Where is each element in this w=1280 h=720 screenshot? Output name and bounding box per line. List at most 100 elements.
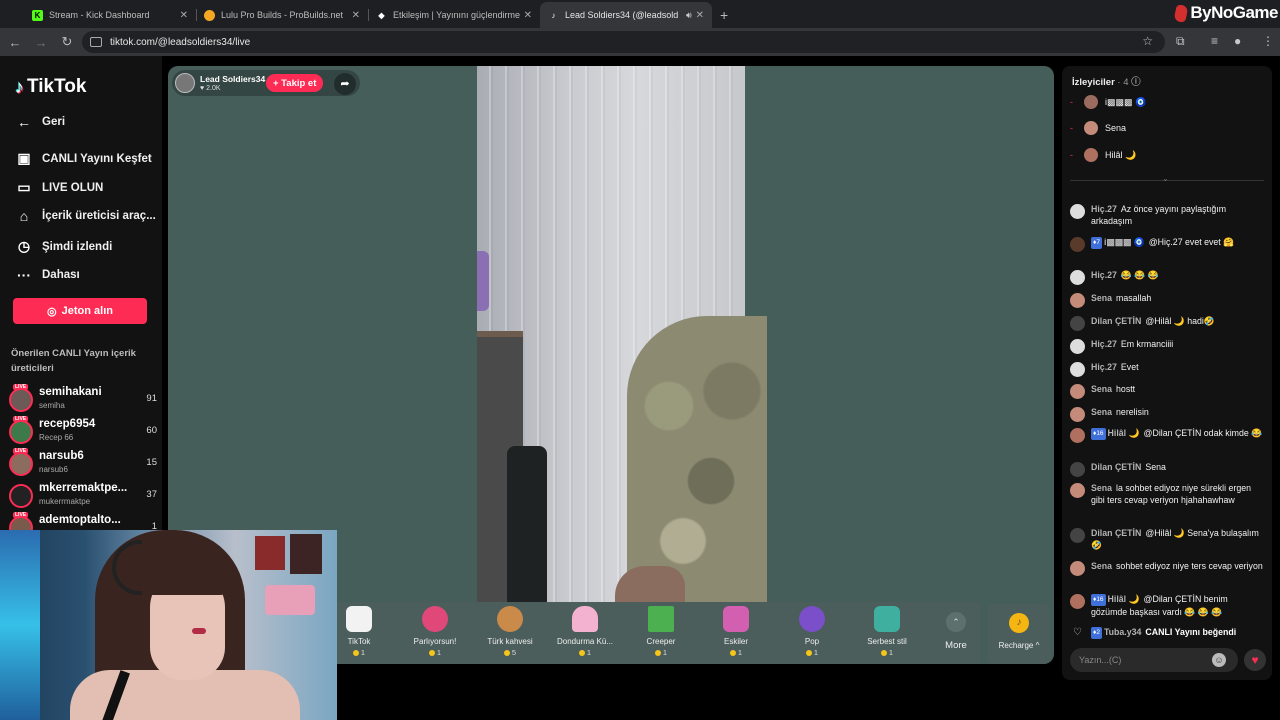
nav-more[interactable]: ··· Dahası: [15, 267, 80, 283]
gift-freestyle-icon: [874, 606, 900, 632]
creator-name: narsub6: [39, 450, 84, 462]
tab-kick-dashboard[interactable]: K Stream - Kick Dashboard ✕: [24, 2, 196, 28]
chat-username[interactable]: Hilâl 🌙: [1108, 428, 1140, 438]
nav-label: Şimdi izlendi: [42, 240, 113, 253]
viewer-row[interactable]: - i▩▩▩ 🧿: [1070, 92, 1146, 112]
host-name[interactable]: Lead Soldiers34: [200, 74, 265, 84]
chat-username[interactable]: Tuba.y34: [1104, 627, 1141, 637]
bookmark-star-icon[interactable]: ☆: [1142, 34, 1153, 48]
like-heart-icon[interactable]: ♥: [1244, 649, 1266, 671]
recharge-button[interactable]: ♪ Recharge ^: [988, 604, 1050, 664]
creator-name: mkerremaktpe...: [39, 482, 128, 494]
chat-text: Evet: [1120, 362, 1139, 372]
coin-icon: [428, 650, 435, 657]
nav-recently-watched[interactable]: ◷ Şimdi izlendi: [15, 238, 112, 255]
media-controls-icon[interactable]: ≡: [1211, 34, 1218, 48]
info-icon[interactable]: ⓘ: [1131, 77, 1141, 88]
viewer-row[interactable]: - Sena: [1070, 118, 1126, 138]
close-tab-icon[interactable]: ✕: [696, 10, 704, 21]
avatar: [1070, 339, 1085, 354]
host-info[interactable]: Lead Soldiers34 ♥ 2.0K + Takip et: [172, 70, 360, 96]
get-coins-button[interactable]: ◎ Jeton alın: [13, 298, 147, 324]
emoji-icon[interactable]: ☺: [1212, 653, 1226, 667]
close-tab-icon[interactable]: ✕: [524, 10, 532, 21]
avatar: [1070, 407, 1085, 422]
tab-lead-soldiers[interactable]: ♪ Lead Soldiers34 (@leadsold 🔊︎ ✕: [540, 2, 712, 28]
address-bar[interactable]: tiktok.com/@leadsoldiers34/live ☆: [82, 31, 1165, 53]
gift-item[interactable]: Parlıyorsun! 1: [397, 606, 473, 657]
tab-title: Lead Soldiers34 (@leadsold: [565, 10, 679, 20]
follow-button[interactable]: + Takip et: [266, 74, 324, 92]
profile-avatar-icon[interactable]: ●: [1234, 34, 1241, 48]
extensions-icon[interactable]: ⧉: [1176, 34, 1185, 49]
tab-probuilds[interactable]: Lulu Pro Builds - ProBuilds.net ✕: [196, 2, 368, 28]
site-info-icon[interactable]: [90, 37, 102, 47]
coins-label: Jeton alın: [61, 305, 113, 317]
avatar: [1070, 270, 1085, 285]
house-icon: ⌂: [19, 208, 29, 224]
nav-back[interactable]: ← Geri: [15, 114, 65, 130]
chat-username[interactable]: Sena: [1091, 293, 1112, 303]
close-tab-icon[interactable]: ✕: [180, 10, 188, 21]
chat-username[interactable]: Hiç.27: [1091, 270, 1117, 280]
chevron-down-icon[interactable]: ⌄: [1162, 174, 1169, 183]
more-gifts-button[interactable]: ⌃ More: [938, 612, 974, 651]
url-text: tiktok.com/@leadsoldiers34/live: [110, 36, 251, 48]
chat-username[interactable]: Hiç.27: [1091, 339, 1117, 349]
chat-username[interactable]: Dilan ÇETİN: [1091, 316, 1141, 326]
viewer-row[interactable]: - Hilâl 🌙: [1070, 145, 1136, 165]
chat-username[interactable]: Dilan ÇETİN: [1091, 462, 1141, 472]
host-avatar[interactable]: [175, 73, 195, 93]
chat-text: nerelisin: [1116, 407, 1149, 417]
nav-go-live[interactable]: ▭ LIVE OLUN: [15, 179, 103, 196]
avatar: [1070, 528, 1085, 543]
bynogame-logo-icon: [1173, 4, 1190, 22]
nav-creator-tools[interactable]: ⌂ İçerik üreticisi araç...: [15, 208, 156, 224]
gift-item[interactable]: Türk kahvesi 5: [472, 606, 548, 657]
coin-icon: ◎: [47, 305, 57, 318]
gift-item[interactable]: Dondurma Kü... 1: [547, 606, 623, 657]
chat-username[interactable]: Hilâl 🌙: [1108, 594, 1140, 604]
gift-item[interactable]: Eskiler 1: [698, 606, 774, 657]
webcam-overlay: [0, 530, 337, 720]
new-tab-button[interactable]: +: [720, 7, 728, 23]
avatar: [1070, 462, 1085, 477]
tab-etkilesim[interactable]: ◆ Etkileşim | Yayınını güçlendirme ✕: [368, 2, 540, 28]
gift-creeper-icon: [648, 606, 674, 632]
creator-row[interactable]: LIVE narsub6 narsub6 15: [9, 448, 159, 478]
menu-kebab-icon[interactable]: ⋮: [1262, 34, 1274, 48]
chat-text: Em krmanciiii: [1120, 339, 1174, 349]
viewer-count: 37: [146, 489, 157, 500]
chat-username[interactable]: Sena: [1091, 561, 1112, 571]
chat-username[interactable]: Sena: [1091, 407, 1112, 417]
back-arrow-icon[interactable]: ←: [2, 35, 28, 50]
chat-username[interactable]: Hiç.27: [1091, 204, 1117, 214]
chat-username[interactable]: Hiç.27: [1091, 362, 1117, 372]
gift-item[interactable]: Serbest stil 1: [849, 606, 925, 657]
chat-message: ♡ ♦2 Tuba.y34 CANLI Yayını beğendi: [1070, 626, 1266, 639]
share-icon[interactable]: ➦: [334, 73, 356, 95]
avatar: [9, 484, 33, 508]
avatar: [1070, 428, 1085, 443]
chat-username[interactable]: Dilan ÇETİN: [1091, 528, 1141, 538]
chat-message: Sena masallah: [1070, 292, 1266, 308]
tiktok-logo[interactable]: ♪ TikTok: [15, 76, 86, 98]
webcam-rgb-light: [0, 530, 40, 720]
nav-explore-live[interactable]: ▣ CANLI Yayını Keşfet: [15, 150, 151, 167]
gift-item[interactable]: Pop 1: [774, 606, 850, 657]
creator-row[interactable]: LIVE semihakani semiha 91: [9, 384, 159, 414]
reload-icon[interactable]: ↻: [54, 34, 80, 50]
close-tab-icon[interactable]: ✕: [352, 10, 360, 21]
creator-row[interactable]: mkerremaktpe... mukerrmaktpe 37: [9, 482, 159, 510]
speaker-icon[interactable]: 🔊︎: [686, 10, 692, 21]
avatar: [1070, 384, 1085, 399]
nav-label: LIVE OLUN: [42, 181, 104, 194]
creator-name: recep6954: [39, 418, 96, 430]
chat-username[interactable]: Sena: [1091, 384, 1112, 394]
chat-text: @Hilâl 🌙 hadi🤣: [1145, 316, 1215, 326]
chat-username[interactable]: i▩▩▩ 🧿: [1104, 237, 1145, 247]
chat-username[interactable]: Sena: [1091, 483, 1112, 493]
creator-row[interactable]: LIVE recep6954 Recep 66 60: [9, 416, 159, 446]
gift-item[interactable]: Creeper 1: [623, 606, 699, 657]
forward-arrow-icon[interactable]: →: [28, 35, 54, 50]
